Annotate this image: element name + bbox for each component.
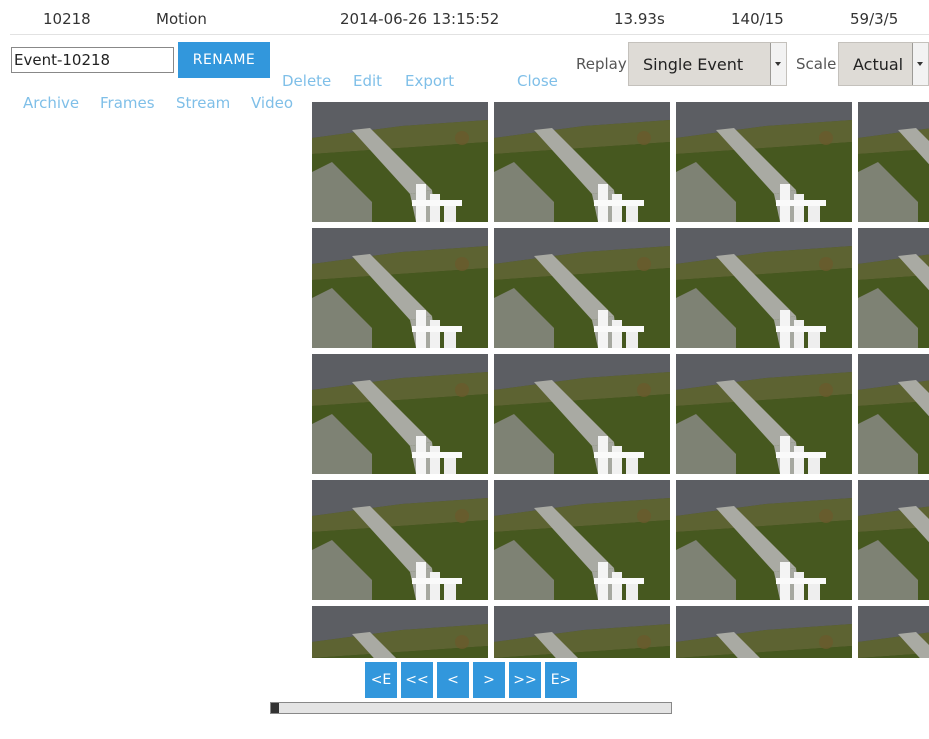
prev-button[interactable]: < <box>437 662 469 698</box>
chevron-down-icon[interactable] <box>770 43 786 85</box>
frame-thumbnail[interactable] <box>494 102 670 222</box>
event-cause: Motion <box>156 10 207 28</box>
frame-thumbnail[interactable] <box>676 606 852 658</box>
edit-link[interactable]: Edit <box>353 72 382 90</box>
event-datetime: 2014-06-26 13:15:52 <box>340 10 500 28</box>
frame-thumbnail[interactable] <box>494 228 670 348</box>
frame-thumbnail[interactable] <box>858 480 929 600</box>
frame-thumbnail[interactable] <box>312 354 488 474</box>
event-scores: 59/3/5 <box>850 10 899 28</box>
rename-button[interactable]: RENAME <box>178 42 270 78</box>
frame-thumbnail[interactable] <box>676 480 852 600</box>
frame-thumbnail[interactable] <box>676 354 852 474</box>
event-id: 10218 <box>43 10 91 28</box>
nav-frames[interactable]: Frames <box>100 94 155 112</box>
header-divider <box>10 34 929 35</box>
frame-thumbnail[interactable] <box>858 354 929 474</box>
nav-stream[interactable]: Stream <box>176 94 230 112</box>
frame-thumbnail[interactable] <box>312 228 488 348</box>
first-event-button[interactable]: <E <box>365 662 397 698</box>
frame-thumbnail[interactable] <box>858 228 929 348</box>
prev-fast-button[interactable]: << <box>401 662 433 698</box>
scale-label: Scale <box>796 55 837 73</box>
frame-thumbnail[interactable] <box>312 606 488 658</box>
frame-thumbnail[interactable] <box>676 228 852 348</box>
delete-link[interactable]: Delete <box>282 72 331 90</box>
frame-thumbnail[interactable] <box>858 606 929 658</box>
frame-thumbnail[interactable] <box>312 102 488 222</box>
nav-video[interactable]: Video <box>251 94 293 112</box>
replay-label: Replay <box>576 55 627 73</box>
export-link[interactable]: Export <box>405 72 454 90</box>
frame-thumbnail[interactable] <box>858 102 929 222</box>
frame-thumbnail[interactable] <box>494 354 670 474</box>
close-link[interactable]: Close <box>517 72 558 90</box>
nav-archive[interactable]: Archive <box>23 94 79 112</box>
event-duration: 13.93s <box>614 10 665 28</box>
frame-thumbnail[interactable] <box>312 480 488 600</box>
frame-thumbnail[interactable] <box>494 606 670 658</box>
frame-thumbnail[interactable] <box>494 480 670 600</box>
progress-fill <box>271 703 279 713</box>
replay-value: Single Event <box>643 55 744 74</box>
chevron-down-icon[interactable] <box>912 43 928 85</box>
frame-grid <box>312 100 929 658</box>
progress-bar[interactable] <box>270 702 672 714</box>
frame-thumbnail[interactable] <box>676 102 852 222</box>
last-event-button[interactable]: E> <box>545 662 577 698</box>
scale-select[interactable]: Actual <box>838 42 929 86</box>
event-name-input[interactable] <box>11 47 174 73</box>
next-fast-button[interactable]: >> <box>509 662 541 698</box>
event-frames: 140/15 <box>731 10 784 28</box>
next-button[interactable]: > <box>473 662 505 698</box>
replay-select[interactable]: Single Event <box>628 42 787 86</box>
scale-value: Actual <box>853 55 904 74</box>
